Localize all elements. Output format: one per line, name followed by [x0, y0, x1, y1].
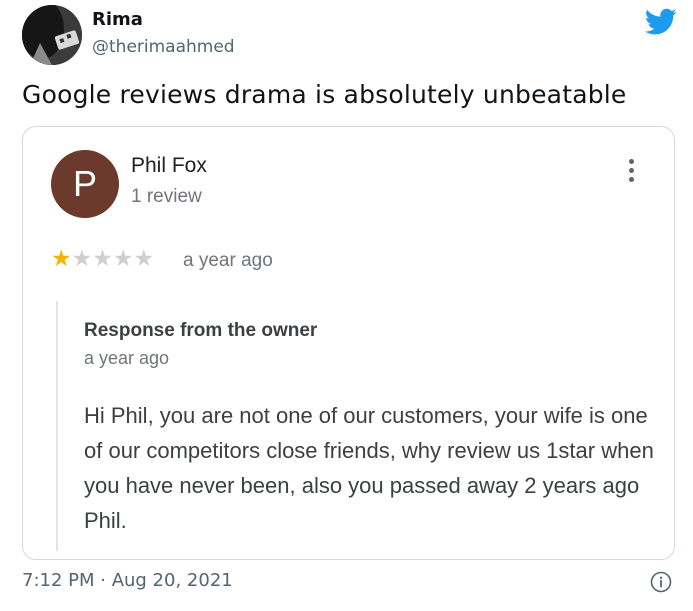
more-vert-icon [625, 159, 637, 189]
owner-response-body: Hi Phil, you are not one of our customer… [84, 403, 654, 533]
tweet-timestamp[interactable]: 7:12 PM · Aug 20, 2021 [22, 570, 233, 591]
star-icon: ★ [112, 245, 134, 271]
tweet: Rima @therimaahmed Google reviews drama … [0, 0, 693, 611]
tweet-text: Google reviews drama is absolutely unbea… [22, 80, 627, 109]
user-handle[interactable]: @therimaahmed [92, 37, 235, 57]
display-name[interactable]: Rima [92, 9, 143, 30]
reviewer-review-count: 1 review [131, 186, 202, 207]
star-icon: ★ [51, 245, 72, 271]
star-icon: ★ [71, 245, 93, 271]
review-time: a year ago [183, 250, 273, 271]
owner-response-title: Response from the owner [84, 320, 318, 341]
star-icon: ★ [92, 245, 113, 271]
owner-response-time: a year ago [84, 348, 170, 368]
info-icon[interactable] [650, 571, 672, 593]
star-icon: ★ [133, 245, 155, 271]
review-card: P Phil Fox 1 review ★★★★★ a year ago Res… [22, 126, 675, 560]
reviewer-name: Phil Fox [131, 154, 207, 177]
twitter-bird-icon[interactable] [645, 8, 677, 36]
reviewer-avatar: P [51, 150, 119, 218]
star-rating: ★★★★★ [51, 247, 154, 270]
user-avatar[interactable] [22, 5, 82, 65]
response-divider [56, 301, 58, 551]
